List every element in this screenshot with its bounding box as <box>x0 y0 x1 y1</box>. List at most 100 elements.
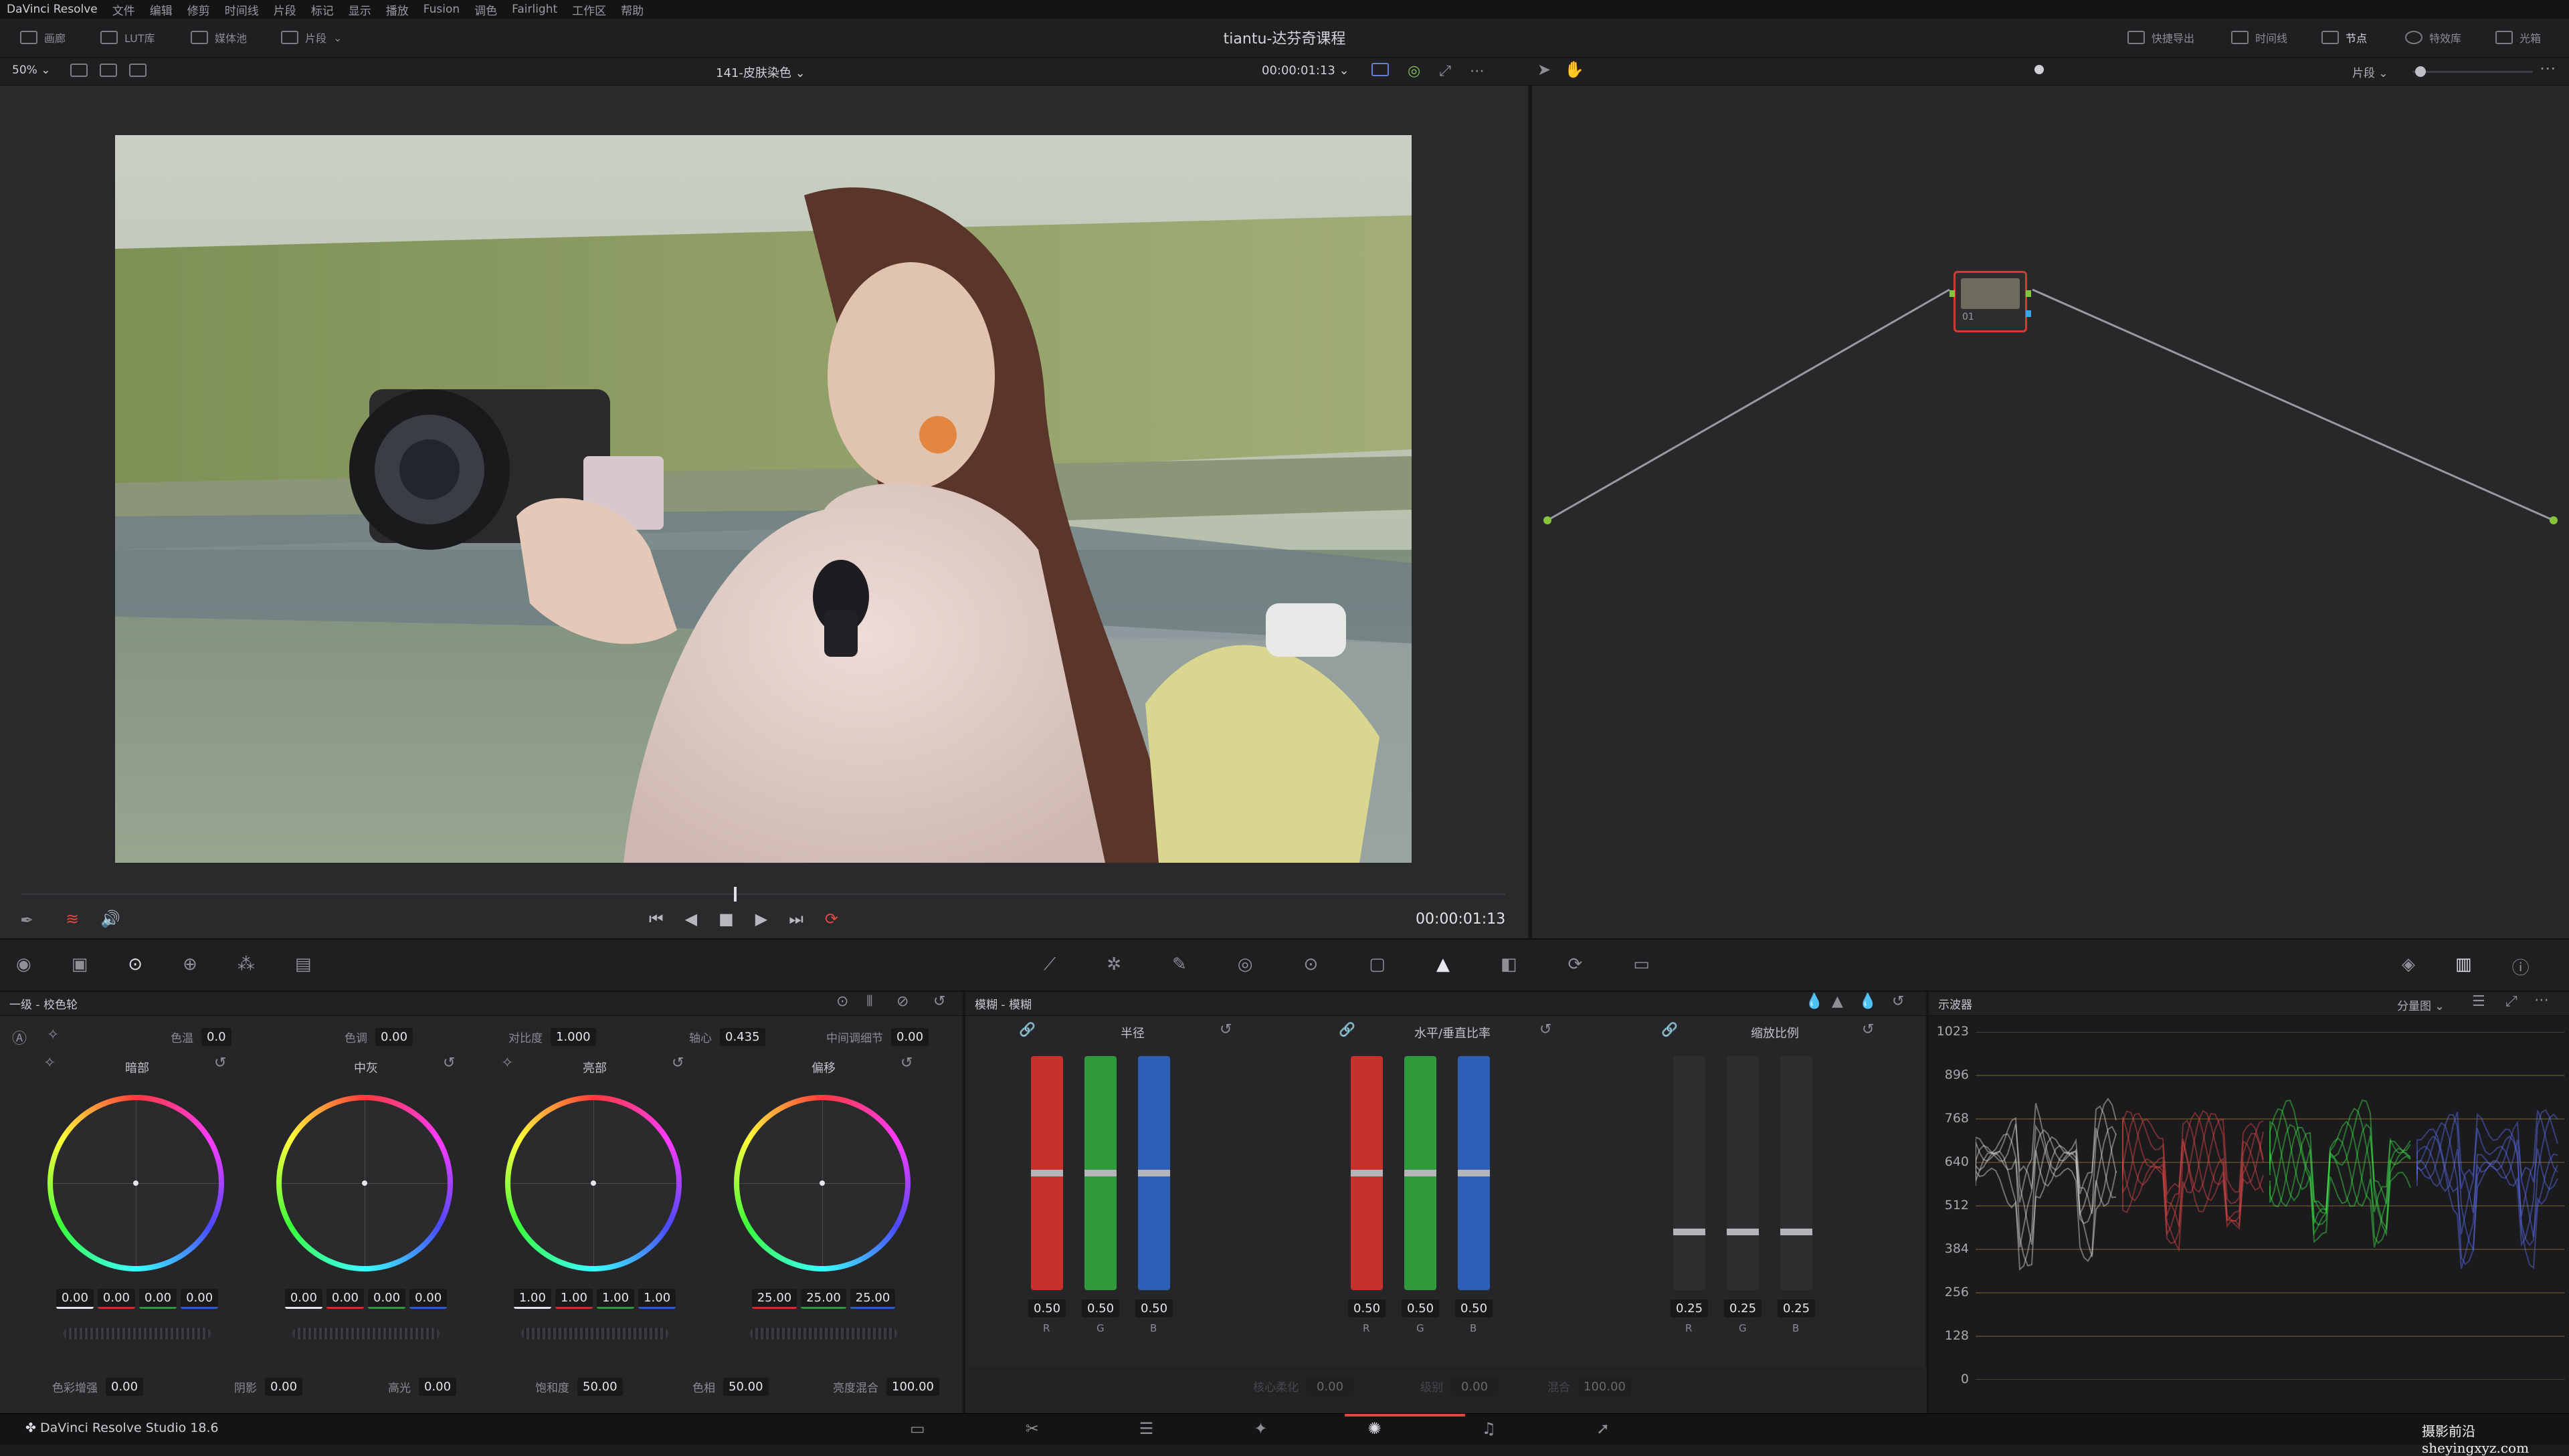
blur-value-field[interactable]: 0.25 <box>1778 1299 1816 1318</box>
wheel-value-field[interactable]: 0.00 <box>368 1289 406 1309</box>
link-icon[interactable]: 🔗 <box>1019 1021 1036 1037</box>
single-view-icon[interactable] <box>70 64 88 77</box>
wheel-center[interactable] <box>510 1100 676 1266</box>
color-wheel-1[interactable]: 中灰 ↺ 0.00 0.00 0.00 0.00 <box>256 1055 476 1342</box>
media-pool-button[interactable]: 媒体池 <box>191 29 247 45</box>
color-page-icon[interactable]: ✺ <box>1367 1419 1381 1438</box>
color-wheel-0[interactable]: 暗部 ↺ ✧ 0.00 0.00 0.00 0.00 <box>27 1055 248 1342</box>
menu-item[interactable]: Fusion <box>423 3 460 16</box>
reset-icon[interactable]: ↺ <box>900 1055 913 1071</box>
node-editor[interactable]: 01 <box>1530 86 2569 938</box>
wheel-center[interactable] <box>739 1100 905 1266</box>
wheel-value-field[interactable]: 0.00 <box>139 1289 177 1309</box>
quick-export-button[interactable]: 快捷导出 <box>2127 29 2194 45</box>
menu-item[interactable]: 调色 <box>474 1 497 18</box>
scopes-icon[interactable]: ▥ <box>2455 954 2472 979</box>
link-icon[interactable]: 🔗 <box>1661 1021 1678 1037</box>
menu-item[interactable]: 时间线 <box>225 1 259 18</box>
node-zoom-handle[interactable] <box>2415 66 2426 77</box>
wheel-value-field[interactable]: 0.00 <box>97 1289 135 1309</box>
master-wheel-dial[interactable] <box>521 1328 668 1340</box>
slider-handle[interactable] <box>1404 1170 1436 1176</box>
param-value-field[interactable]: 50.00 <box>577 1378 623 1396</box>
sharpen-mode-icon[interactable]: ▲ <box>1832 993 1843 1010</box>
menu-item[interactable]: 显示 <box>349 1 371 18</box>
master-wheel-dial[interactable] <box>64 1328 211 1340</box>
blur-slider-R[interactable] <box>1031 1056 1063 1290</box>
param-value-field[interactable]: 100.00 <box>886 1378 939 1396</box>
param-value-field[interactable]: 0.00 <box>265 1378 303 1396</box>
skip-back-icon[interactable]: ⏮ <box>649 910 664 928</box>
wheel-value-field[interactable]: 0.00 <box>181 1289 219 1309</box>
qualifier-icon[interactable]: ✎ <box>1172 954 1187 975</box>
blur-slider-B[interactable] <box>1458 1056 1490 1290</box>
loop-icon[interactable]: ⟳ <box>825 910 838 928</box>
blur-icon[interactable]: ▲ <box>1436 954 1450 975</box>
play-icon[interactable]: ▶ <box>755 910 767 928</box>
timecode-top[interactable]: 00:00:01:13 ⌄ <box>1262 64 1349 78</box>
blur-mode-icon[interactable]: 💧 <box>1805 993 1823 1010</box>
clip-name-select[interactable]: 141-皮肤染色 ⌄ <box>716 64 805 81</box>
more-icon[interactable]: ⋯ <box>2540 59 2556 78</box>
compare-view-icon[interactable] <box>129 64 147 77</box>
wheel-value-field[interactable]: 1.00 <box>555 1289 593 1309</box>
log-mode-icon[interactable]: ⊘ <box>896 993 909 1010</box>
menu-item[interactable]: 标记 <box>311 1 334 18</box>
reset-icon[interactable]: ↺ <box>933 993 945 1010</box>
menu-item[interactable]: 播放 <box>386 1 409 18</box>
fullscreen-icon[interactable]: ⤢ <box>1439 63 1451 80</box>
wheel-value-field[interactable]: 0.00 <box>284 1289 322 1309</box>
auto-balance-icon[interactable]: Ⓐ <box>12 1027 27 1048</box>
stop-icon[interactable]: ■ <box>719 910 734 928</box>
wheel-ring[interactable] <box>505 1095 682 1271</box>
fusion-page-icon[interactable]: ✦ <box>1254 1419 1267 1438</box>
color-picker-icon[interactable]: ◎ <box>1408 63 1420 80</box>
playhead[interactable] <box>733 887 737 902</box>
master-wheel-dial[interactable] <box>292 1328 440 1340</box>
blur-slider-R[interactable] <box>1673 1056 1705 1290</box>
blur-value-field[interactable]: 0.50 <box>1082 1299 1120 1318</box>
tracker-icon[interactable]: ⊙ <box>1303 954 1318 975</box>
curves-icon[interactable]: ⟋ <box>1044 954 1056 975</box>
wheel-ring[interactable] <box>47 1095 224 1271</box>
param-value-field[interactable]: 0.00 <box>106 1378 144 1396</box>
menu-item[interactable]: Fairlight <box>512 3 557 16</box>
wheel-value-field[interactable]: 0.00 <box>409 1289 448 1309</box>
slider-handle[interactable] <box>1351 1170 1383 1176</box>
scrub-bar[interactable] <box>21 894 1505 895</box>
hdr-icon[interactable]: ⊕ <box>183 954 197 974</box>
display-icon[interactable] <box>1371 63 1389 76</box>
picker-icon[interactable]: ✧ <box>501 1055 513 1071</box>
link-icon[interactable]: 🔗 <box>1339 1021 1355 1037</box>
wheel-value-field[interactable]: 1.00 <box>513 1289 551 1309</box>
slider-handle[interactable] <box>1084 1170 1117 1176</box>
keyframes-icon[interactable]: ◈ <box>2402 954 2415 979</box>
bars-mode-icon[interactable]: ⦀ <box>866 993 873 1010</box>
key-icon[interactable]: ◧ <box>1501 954 1517 975</box>
blur-slider-B[interactable] <box>1780 1056 1812 1290</box>
more-icon[interactable]: ⋯ <box>2534 992 2549 1009</box>
window-icon[interactable]: ◎ <box>1238 954 1253 975</box>
pointer-icon[interactable]: ➤ <box>1537 60 1551 79</box>
node-output-port[interactable] <box>2026 290 2031 297</box>
color-wheels-icon[interactable]: ⊙ <box>128 954 142 974</box>
scope-settings-icon[interactable]: ☰ <box>2472 993 2485 1010</box>
auto-color-icon[interactable]: ✧ <box>47 1027 59 1043</box>
reset-icon[interactable]: ↺ <box>672 1055 684 1071</box>
param-value-field[interactable]: 0.00 <box>375 1028 413 1046</box>
split-view-icon[interactable] <box>100 64 117 77</box>
param-value-field[interactable]: 0.435 <box>720 1028 765 1046</box>
media-page-icon[interactable]: ▭ <box>910 1419 925 1438</box>
wheel-ring[interactable] <box>734 1095 911 1271</box>
motion-effects-icon[interactable]: ▤ <box>295 954 312 974</box>
camera-raw-icon[interactable]: ◉ <box>16 954 31 974</box>
volume-icon[interactable]: 🔊 <box>100 910 120 928</box>
node-alpha-port[interactable] <box>2026 310 2031 317</box>
slider-handle[interactable] <box>1138 1170 1170 1176</box>
wheel-value-field[interactable]: 0.00 <box>56 1289 94 1309</box>
param-value-field[interactable]: 1.000 <box>551 1028 596 1046</box>
blur-value-field[interactable]: 0.25 <box>1671 1299 1709 1318</box>
wheel-center[interactable] <box>282 1100 448 1266</box>
wheel-value-field[interactable]: 1.00 <box>638 1289 676 1309</box>
menu-item[interactable]: 帮助 <box>621 1 644 18</box>
